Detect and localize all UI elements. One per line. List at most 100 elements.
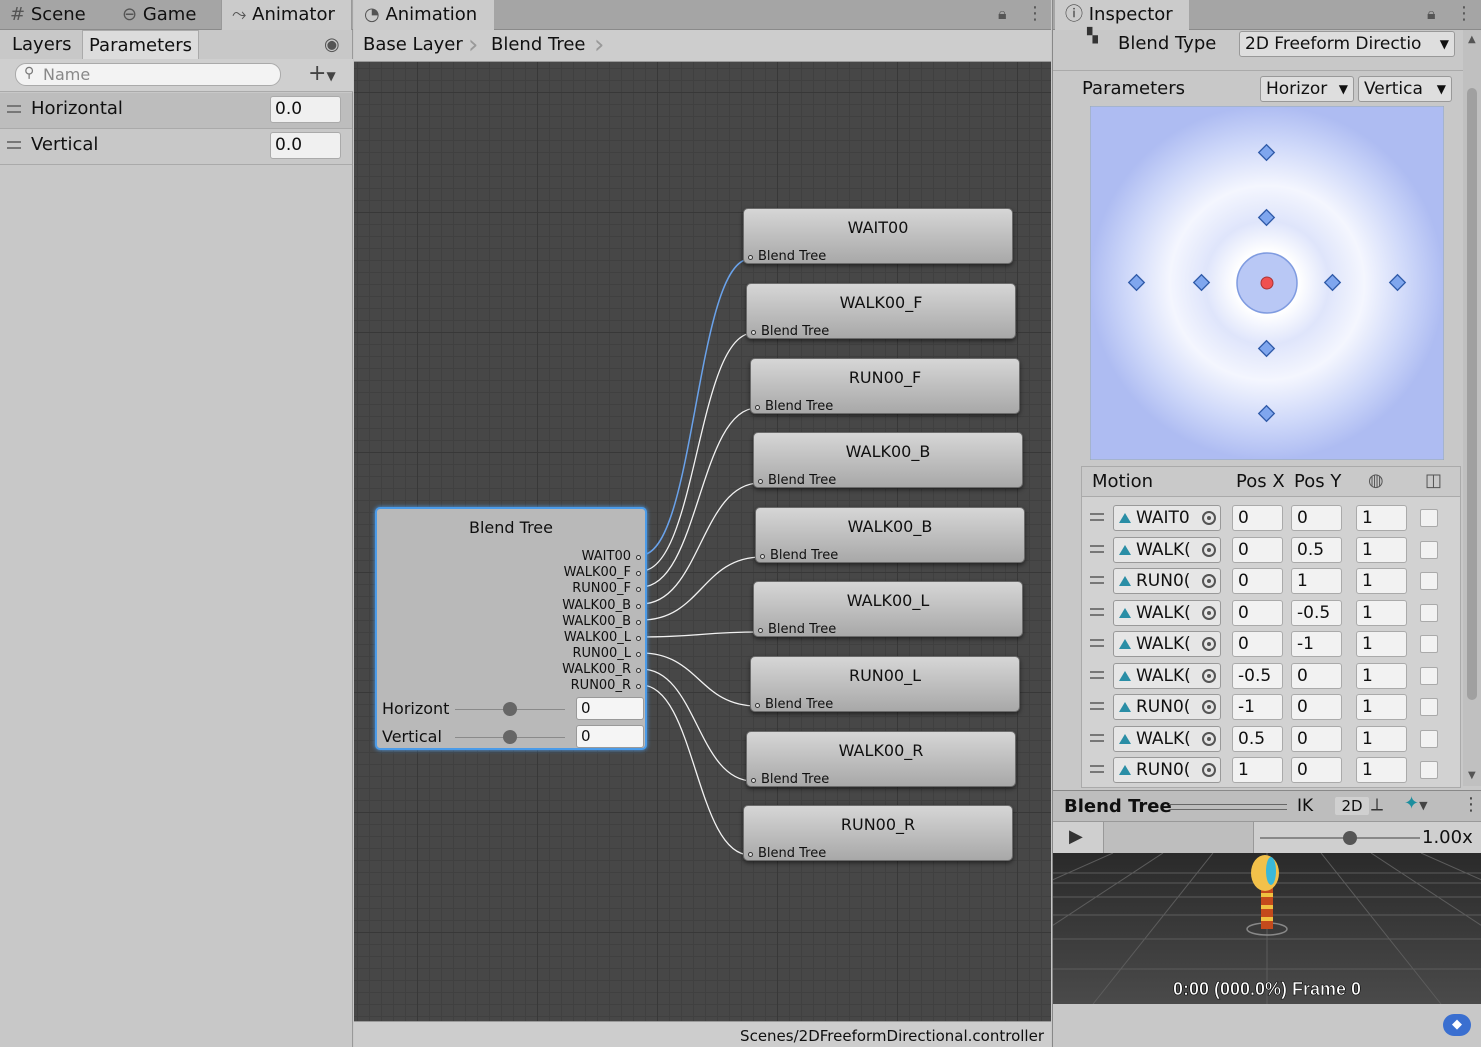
param-x-dropdown[interactable]: Horizor ▼ [1260, 76, 1354, 102]
motion-node[interactable]: WALK00_F Blend Tree [746, 283, 1016, 339]
parameter-row-vertical[interactable]: Vertical 0.0 [0, 129, 352, 165]
more-menu-icon[interactable]: ⋮ [1462, 794, 1480, 815]
connection-line[interactable] [640, 556, 763, 621]
drag-handle-icon[interactable] [1090, 670, 1104, 679]
blend-type-dropdown[interactable]: 2D Freeform Directio ▼ [1239, 31, 1455, 57]
connection-line[interactable] [640, 332, 754, 572]
input-port[interactable] [755, 703, 760, 708]
output-port[interactable] [636, 555, 641, 560]
object-picker-icon[interactable] [1202, 574, 1216, 588]
chevron-down-icon[interactable]: ▼ [1468, 770, 1476, 781]
slider-handle[interactable] [503, 730, 517, 744]
param-value-input[interactable]: 0 [576, 697, 644, 720]
mirror-checkbox[interactable] [1420, 635, 1438, 653]
preview-viewport[interactable]: 0:00 (000.0%) Frame 0 [1053, 853, 1481, 1004]
motion-node[interactable]: RUN00_R Blend Tree [743, 805, 1013, 861]
pos-y-input[interactable]: -0.5 [1291, 599, 1342, 626]
play-icon[interactable]: ▶ [1069, 826, 1083, 847]
speed-input[interactable]: 1 [1356, 536, 1407, 563]
input-port[interactable] [760, 554, 765, 559]
speed-input[interactable]: 1 [1356, 599, 1407, 626]
add-parameter-button[interactable]: +▼ [308, 61, 336, 86]
input-port[interactable] [751, 778, 756, 783]
object-picker-icon[interactable] [1202, 511, 1216, 525]
motion-row[interactable]: WALK( 0 -0.5 1 [1081, 599, 1461, 630]
drag-handle-icon[interactable] [1090, 702, 1104, 710]
motion-node[interactable]: RUN00_L Blend Tree [750, 656, 1020, 712]
parameter-row-horizontal[interactable]: Horizontal 0.0 [0, 93, 352, 129]
mirror-checkbox[interactable] [1420, 572, 1438, 590]
motion-field[interactable]: WALK( [1113, 725, 1221, 752]
mirror-checkbox[interactable] [1420, 603, 1438, 622]
object-picker-icon[interactable] [1202, 700, 1216, 714]
pos-x-input[interactable]: 0 [1232, 536, 1283, 563]
drag-handle-icon[interactable] [1090, 576, 1104, 584]
pos-y-input[interactable]: 0.5 [1291, 536, 1342, 563]
speed-input[interactable]: 1 [1356, 568, 1407, 594]
motion-row[interactable]: WALK(0 -1 1 [1081, 631, 1461, 661]
motion-node[interactable]: WALK00_R Blend Tree [746, 731, 1016, 787]
output-port[interactable] [636, 652, 641, 657]
object-picker-icon[interactable] [1202, 668, 1216, 683]
pos-y-input[interactable]: 0 [1291, 662, 1342, 689]
motion-field[interactable]: WAIT0 [1113, 505, 1221, 531]
speed-input[interactable]: 1 [1356, 662, 1407, 689]
connection-line[interactable] [640, 631, 761, 638]
asset-label-icon[interactable]: ◆ [1443, 1014, 1471, 1036]
motion-field[interactable]: RUN0( [1113, 568, 1221, 594]
pos-y-input[interactable]: 0 [1291, 694, 1342, 720]
2d-toggle[interactable]: 2D [1335, 797, 1369, 815]
input-port[interactable] [748, 255, 753, 260]
tab-layers[interactable]: Layers [6, 30, 78, 59]
pos-x-input[interactable]: 0 [1232, 599, 1283, 626]
output-port[interactable] [636, 636, 641, 641]
pos-y-input[interactable]: 0 [1291, 725, 1342, 752]
param-y-dropdown[interactable]: Vertica ▼ [1358, 76, 1452, 102]
slider-handle[interactable] [503, 702, 517, 716]
breadcrumb-blend-tree[interactable]: Blend Tree [482, 30, 612, 61]
pos-x-input[interactable]: 0 [1232, 505, 1283, 531]
motion-field[interactable]: WALK( [1113, 662, 1221, 689]
output-port[interactable] [636, 620, 641, 625]
blend-tree-node[interactable]: Blend Tree WAIT00 WALK00_F RUN00_F WALK0… [375, 507, 647, 750]
breadcrumb-base-layer[interactable]: Base Layer [354, 30, 474, 61]
motion-row[interactable]: RUN0(1 0 1 [1081, 757, 1461, 787]
drag-handle-icon[interactable] [1090, 639, 1104, 647]
mirror-checkbox[interactable] [1420, 666, 1438, 685]
object-picker-icon[interactable] [1202, 763, 1216, 777]
lock-icon[interactable]: 🔒︎ [998, 4, 1007, 24]
blend-space-graph[interactable] [1090, 106, 1444, 460]
motion-node[interactable]: WALK00_L Blend Tree [753, 581, 1023, 637]
output-port[interactable] [636, 668, 641, 673]
connection-line[interactable] [640, 684, 751, 856]
avatar-icon[interactable]: ✦▼ [1404, 793, 1428, 814]
motion-row[interactable]: WALK( -0.5 0 1 [1081, 662, 1461, 693]
pos-x-input[interactable]: -0.5 [1232, 662, 1283, 689]
more-menu-icon[interactable]: ⋮ [1455, 3, 1473, 24]
scrollbar-thumb[interactable] [1467, 88, 1477, 700]
drag-handle-icon[interactable] [1090, 765, 1104, 773]
motion-node[interactable]: WALK00_B Blend Tree [755, 507, 1025, 563]
lock-icon[interactable]: 🔒︎ [1427, 4, 1436, 24]
pos-y-input[interactable]: 0 [1291, 505, 1342, 531]
motion-field[interactable]: WALK( [1113, 599, 1221, 626]
motion-row[interactable]: WALK(0 0.5 1 [1081, 536, 1461, 567]
pivot-icon[interactable]: ⟂ [1371, 794, 1383, 815]
object-picker-icon[interactable] [1202, 542, 1216, 557]
drag-handle-icon[interactable] [1090, 513, 1104, 521]
output-port[interactable] [636, 684, 641, 689]
speed-slider-track[interactable] [1260, 837, 1420, 839]
input-port[interactable] [748, 852, 753, 857]
motion-field[interactable]: RUN0( [1113, 757, 1221, 783]
input-port[interactable] [758, 479, 763, 484]
speed-input[interactable]: 1 [1356, 631, 1407, 657]
parameter-value-input[interactable]: 0.0 [270, 96, 341, 123]
tab-inspector[interactable]: ⓘ Inspector [1055, 0, 1189, 30]
connection-line[interactable] [640, 258, 751, 556]
mirror-checkbox[interactable] [1420, 729, 1438, 748]
motion-row[interactable]: WAIT0 0 0 1 [1081, 505, 1461, 535]
input-port[interactable] [758, 628, 763, 633]
speed-input[interactable]: 1 [1356, 505, 1407, 531]
motion-node[interactable]: WALK00_B Blend Tree [753, 432, 1023, 488]
tab-animator[interactable]: ⤳ Animator [221, 0, 352, 30]
